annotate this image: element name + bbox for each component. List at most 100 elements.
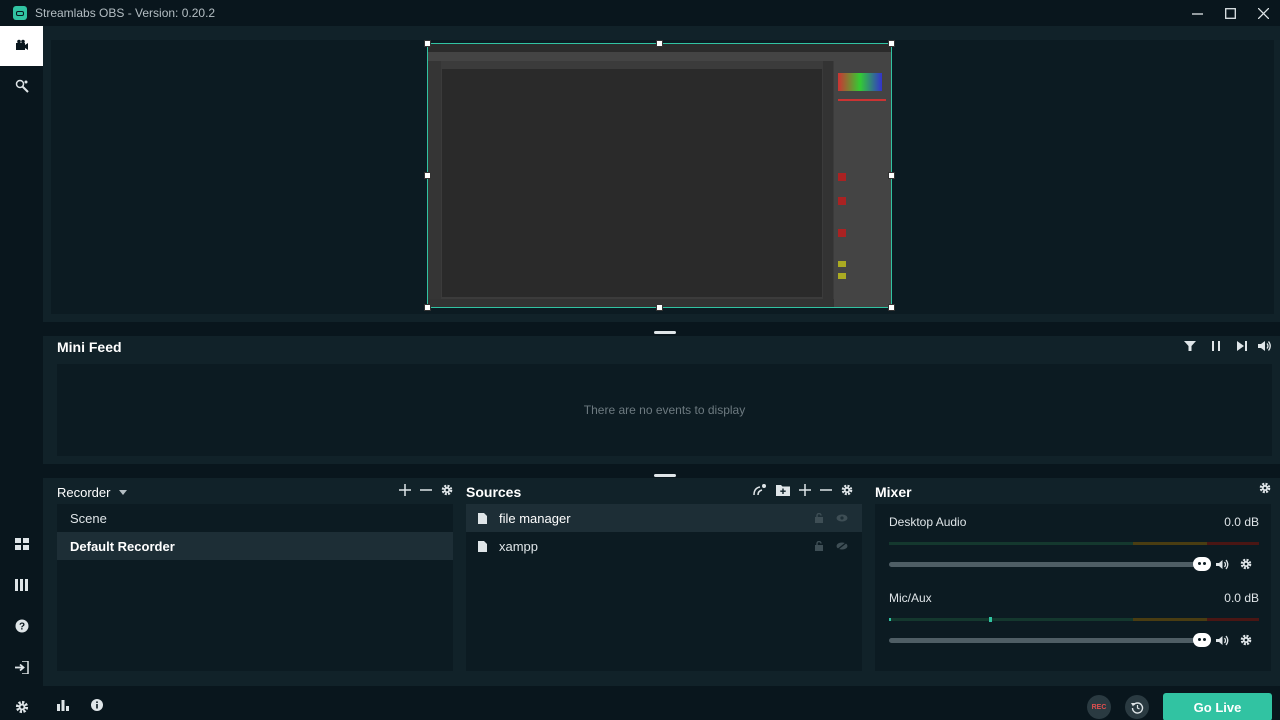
volume-slider-handle[interactable] [1193, 556, 1211, 571]
remove-scene-icon[interactable] [420, 484, 432, 496]
add-scene-icon[interactable] [399, 484, 411, 496]
channel-settings-icon[interactable] [1240, 558, 1252, 570]
mixer-panel: Desktop Audio 0.0 dB Mic/Aux 0.0 dB [875, 504, 1271, 671]
mixer-header: Mixer [875, 482, 912, 502]
resize-handle-l[interactable] [424, 172, 431, 179]
remove-source-icon[interactable] [820, 484, 832, 496]
minimize-icon[interactable] [1181, 0, 1214, 26]
capture-document [442, 69, 822, 297]
lock-icon[interactable] [814, 541, 824, 551]
scenes-header: Recorder [57, 482, 128, 502]
record-label: REC [1091, 703, 1107, 711]
mixer-title: Mixer [875, 484, 912, 500]
speaker-icon[interactable] [1216, 635, 1229, 646]
help-icon[interactable]: ? [0, 606, 43, 646]
maximize-icon[interactable] [1214, 0, 1247, 26]
scene-transition-icon[interactable] [753, 483, 767, 496]
volume-meter [889, 542, 1259, 545]
sources-list: file manager xampp [466, 504, 862, 671]
go-live-button[interactable]: Go Live [1163, 693, 1272, 720]
channel-level: 0.0 dB [1224, 591, 1259, 605]
volume-slider-handle[interactable] [1193, 632, 1211, 647]
mini-feed-tools [1184, 340, 1272, 352]
resize-handle-br[interactable] [888, 304, 895, 311]
sources-header: Sources [466, 482, 521, 502]
scene-collection-label[interactable]: Recorder [57, 485, 110, 500]
visibility-icon[interactable] [836, 513, 848, 523]
mixer-settings-icon[interactable] [1259, 482, 1271, 494]
volume-meter [889, 617, 1259, 622]
go-live-label: Go Live [1193, 699, 1242, 715]
app-logo-icon [13, 6, 27, 20]
layout-icon[interactable] [0, 524, 43, 564]
lock-icon[interactable] [814, 513, 824, 523]
sources-title: Sources [466, 484, 522, 500]
info-icon[interactable] [91, 699, 103, 711]
close-icon[interactable] [1247, 0, 1280, 26]
title-bar: Streamlabs OBS - Version: 0.20.2 [0, 0, 1280, 26]
source-item[interactable]: file manager [466, 504, 862, 532]
scene-item[interactable]: Scene [57, 504, 453, 532]
replay-icon [1130, 701, 1143, 714]
resize-handle-t[interactable] [656, 40, 663, 47]
window-controls [1181, 0, 1280, 26]
channel-settings-icon[interactable] [1240, 634, 1252, 646]
editor-panels: Recorder Scene Default Recorder Sources [43, 478, 1280, 686]
channel-name: Mic/Aux [889, 591, 932, 605]
skip-icon[interactable] [1236, 340, 1248, 352]
source-item[interactable]: xampp [466, 532, 862, 560]
source-item-label: xampp [499, 538, 539, 554]
resize-handle-tl[interactable] [424, 40, 431, 47]
resize-handle-r[interactable] [888, 172, 895, 179]
resize-divider-top[interactable] [654, 331, 676, 334]
scene-item[interactable]: Default Recorder [57, 532, 453, 560]
source-item-label: file manager [499, 510, 571, 526]
channel-name: Desktop Audio [889, 515, 967, 529]
mini-feed-title: Mini Feed [57, 339, 122, 355]
login-icon[interactable] [0, 647, 43, 687]
volume-slider[interactable] [889, 632, 1211, 647]
channel-level: 0.0 dB [1224, 515, 1259, 529]
file-icon [478, 540, 487, 552]
source-capture-frame[interactable] [427, 43, 892, 308]
settings-icon[interactable] [0, 687, 43, 720]
capture-panels [834, 61, 891, 307]
add-folder-icon[interactable] [776, 484, 790, 496]
mini-feed-panel: Mini Feed There are no events to display [43, 336, 1280, 464]
visibility-off-icon[interactable] [836, 541, 848, 551]
source-settings-icon[interactable] [841, 484, 853, 496]
scene-item-label: Default Recorder [70, 538, 175, 554]
capture-scroll [823, 61, 833, 299]
app-window: Streamlabs OBS - Version: 0.20.2 ? Mini … [0, 0, 1280, 720]
library-icon[interactable] [0, 565, 43, 605]
resize-divider-bottom[interactable] [654, 474, 676, 477]
speaker-icon[interactable] [1216, 559, 1229, 570]
left-nav: ? [0, 26, 43, 720]
studio-mode-icon[interactable] [0, 26, 43, 66]
mixer-channel: Mic/Aux 0.0 dB [889, 591, 1259, 647]
resize-handle-tr[interactable] [888, 40, 895, 47]
scenes-list: Scene Default Recorder [57, 504, 453, 671]
volume-slider[interactable] [889, 556, 1211, 571]
pause-icon[interactable] [1210, 340, 1222, 352]
capture-toolbox [428, 61, 441, 299]
window-title: Streamlabs OBS - Version: 0.20.2 [35, 6, 216, 20]
capture-toolbar [428, 52, 891, 61]
add-source-icon[interactable] [799, 483, 811, 496]
themes-icon[interactable] [0, 66, 43, 106]
footer-bar: REC Go Live [43, 686, 1280, 720]
chevron-down-icon[interactable] [119, 489, 128, 495]
performance-stats-icon[interactable] [57, 699, 69, 711]
resize-handle-bl[interactable] [424, 304, 431, 311]
scenes-tools [399, 484, 453, 496]
volume-icon[interactable] [1258, 340, 1272, 352]
scene-settings-icon[interactable] [441, 484, 453, 496]
file-icon [478, 512, 487, 524]
capture-statusbar [428, 299, 834, 307]
filter-icon[interactable] [1184, 340, 1196, 352]
replay-buffer-button[interactable] [1125, 695, 1149, 719]
record-button[interactable]: REC [1087, 695, 1111, 719]
mixer-channel: Desktop Audio 0.0 dB [889, 515, 1259, 571]
scene-item-label: Scene [70, 510, 107, 526]
resize-handle-b[interactable] [656, 304, 663, 311]
